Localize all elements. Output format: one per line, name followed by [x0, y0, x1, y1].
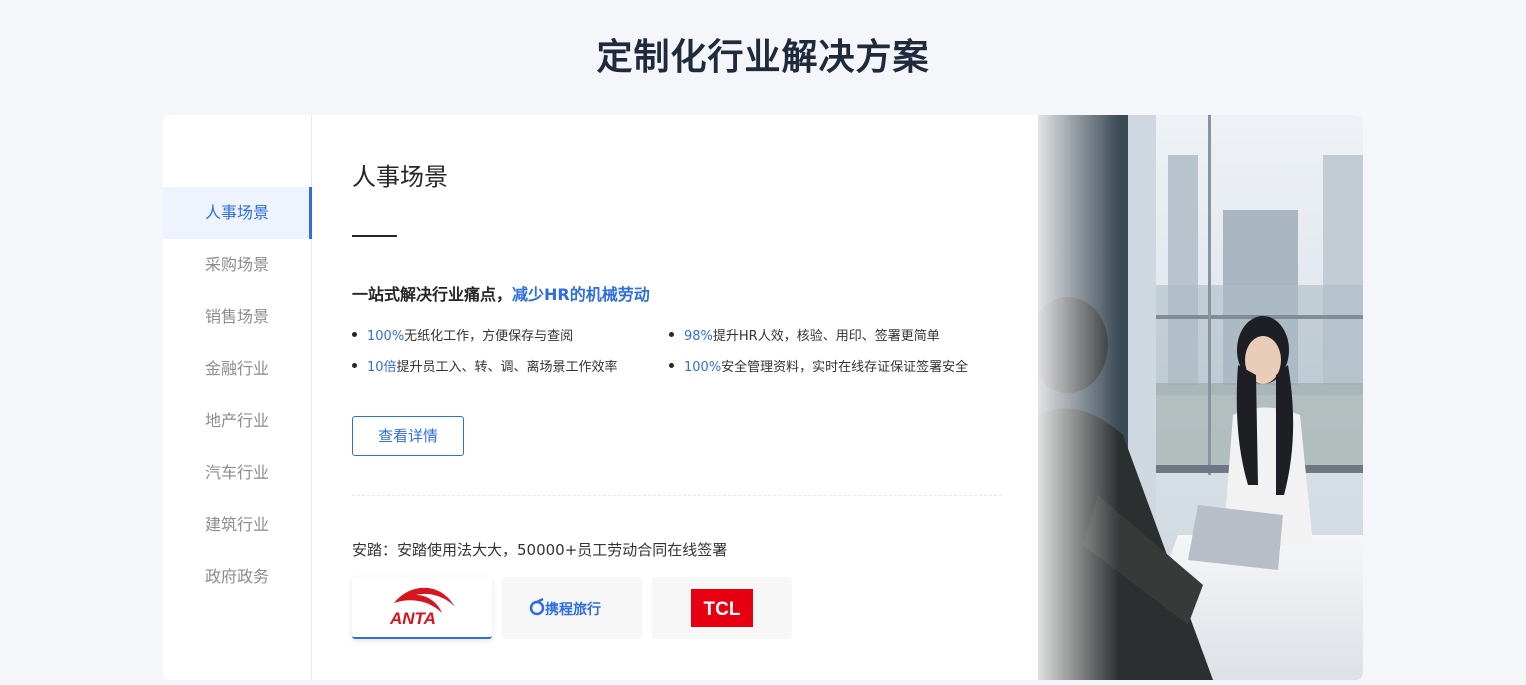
solutions-card: 人事场景 采购场景 销售场景 金融行业 地产行业 汽车行业 建筑行业 政府政务 … [163, 115, 1363, 680]
sidebar-item-government[interactable]: 政府政务 [163, 551, 311, 603]
anta-logo-text: ANTA [389, 609, 436, 628]
scene-content: 人事场景 一站式解决行业痛点，减少HR的机械劳动 100%无纸化工作，方便保存与… [352, 115, 1012, 680]
sidebar-item-procurement[interactable]: 采购场景 [163, 239, 311, 291]
office-meeting-photo [1038, 115, 1363, 680]
feature-item: 100%安全管理资料，实时在线存证保证签署安全 [669, 356, 968, 375]
sidebar-item-hr[interactable]: 人事场景 [163, 187, 312, 239]
anta-logo-icon: ANTA [389, 587, 455, 628]
feature-text: 提升HR人效，核验、用印、签署更简单 [712, 329, 940, 344]
dashed-divider [352, 495, 1002, 496]
bullet-icon [669, 332, 674, 337]
feature-item: 98%提升HR人效，核验、用印、签署更简单 [669, 325, 940, 344]
feature-number: 100% [684, 360, 722, 375]
feature-item: 100%无纸化工作，方便保存与查阅 [352, 325, 573, 344]
office-photo-illustration [1038, 115, 1363, 680]
feature-number: 98% [684, 329, 713, 344]
feature-item: 10倍提升员工入、转、调、离场景工作效率 [352, 356, 618, 375]
anta-logo-tile[interactable]: ANTA [352, 577, 492, 639]
headline-prefix: 一站式解决行业痛点， [352, 285, 513, 304]
ctrip-logo-tile[interactable]: 携程旅行 [502, 577, 642, 639]
ctrip-logo-icon: 携程旅行 [529, 597, 601, 618]
view-details-button[interactable]: 查看详情 [352, 416, 464, 456]
tcl-logo-text: TCL [704, 599, 741, 620]
scene-title: 人事场景 [352, 163, 448, 191]
sidebar-item-automotive[interactable]: 汽车行业 [163, 447, 311, 499]
industry-sidebar: 人事场景 采购场景 销售场景 金融行业 地产行业 汽车行业 建筑行业 政府政务 [163, 115, 312, 680]
ctrip-logo-text: 携程旅行 [545, 601, 601, 618]
section-title: 定制化行业解决方案 [596, 37, 930, 78]
bullet-icon [352, 332, 357, 337]
scene-headline: 一站式解决行业痛点，减少HR的机械劳动 [352, 281, 650, 305]
feature-text: 安全管理资料，实时在线存证保证签署安全 [721, 360, 969, 375]
headline-highlight: 减少HR的机械劳动 [512, 285, 650, 304]
feature-text: 无纸化工作，方便保存与查阅 [404, 329, 574, 344]
feature-text: 提升员工入、转、调、离场景工作效率 [396, 360, 618, 375]
sidebar-item-sales[interactable]: 销售场景 [163, 291, 311, 343]
feature-number: 10倍 [367, 360, 397, 375]
customer-case-text: 安踏：安踏使用法大大，50000+员工劳动合同在线签署 [352, 541, 728, 559]
sidebar-item-finance[interactable]: 金融行业 [163, 343, 311, 395]
tcl-logo-tile[interactable]: TCL [652, 577, 792, 639]
sidebar-item-real-estate[interactable]: 地产行业 [163, 395, 311, 447]
tcl-logo-icon: TCL [691, 589, 753, 627]
sidebar-item-construction[interactable]: 建筑行业 [163, 499, 311, 551]
bullet-icon [669, 363, 674, 368]
feature-number: 100% [367, 329, 405, 344]
page: 定制化行业解决方案 人事场景 采购场景 销售场景 金融行业 地产行业 汽车行业 … [0, 0, 1526, 685]
title-underline [352, 235, 397, 237]
bullet-icon [352, 363, 357, 368]
